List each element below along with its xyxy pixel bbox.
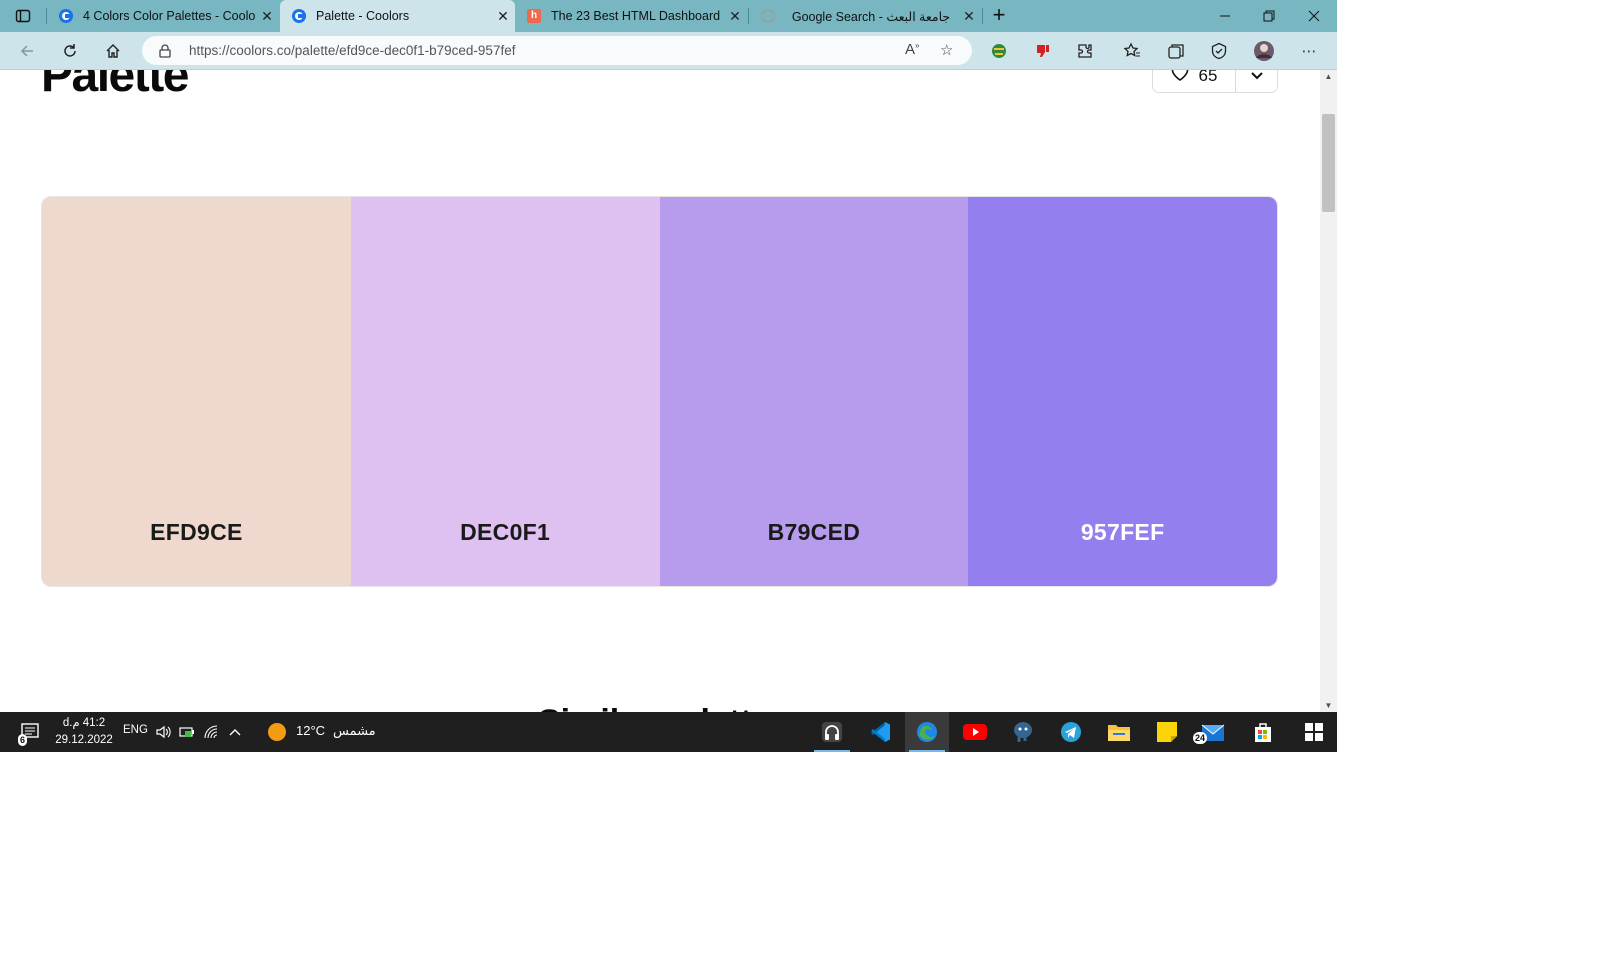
notification-count: 6	[18, 734, 28, 746]
scroll-down-arrow-icon[interactable]: ▼	[1320, 701, 1337, 710]
sticky-notes-icon[interactable]	[1145, 712, 1189, 752]
microsoft-store-icon[interactable]	[1241, 712, 1285, 752]
restore-icon[interactable]	[1258, 5, 1280, 27]
clock-time: 41:2 م.d	[62, 717, 106, 729]
tab-hubspot[interactable]: h The 23 Best HTML Dashboard Te ✕	[515, 0, 747, 32]
profile-avatar[interactable]	[1253, 40, 1275, 62]
extension-dislike-icon[interactable]	[1031, 40, 1053, 62]
page-title: Palette	[41, 70, 189, 102]
color-hex-label[interactable]: B79CED	[660, 519, 969, 546]
weather-temperature[interactable]: 12°C	[296, 723, 325, 738]
tab-title: Palette - Coolors	[316, 9, 410, 23]
telegram-icon[interactable]	[1049, 712, 1093, 752]
color-hex-label[interactable]: EFD9CE	[42, 519, 351, 546]
home-icon[interactable]	[102, 40, 124, 62]
tab-palette-coolors[interactable]: Palette - Coolors ✕	[280, 0, 515, 32]
color-swatch[interactable]: EFD9CE	[42, 197, 351, 586]
color-hex-label[interactable]: DEC0F1	[351, 519, 660, 546]
weather-description[interactable]: مشمس	[333, 723, 376, 739]
vscode-icon[interactable]	[858, 712, 902, 752]
close-tab-icon[interactable]: ✕	[255, 8, 279, 25]
color-swatch[interactable]: 957FEF	[968, 197, 1277, 586]
postgresql-icon[interactable]	[1001, 712, 1045, 752]
edge-browser-icon[interactable]	[905, 712, 949, 752]
more-options-icon[interactable]: ⋯	[1298, 40, 1320, 62]
collections-icon[interactable]	[1165, 40, 1187, 62]
tab-title: The 23 Best HTML Dashboard Te	[551, 9, 723, 23]
input-language[interactable]: ENG	[123, 724, 148, 736]
color-hex-label[interactable]: 957FEF	[968, 519, 1277, 546]
mail-icon[interactable]: 24	[1191, 712, 1235, 752]
close-tab-icon[interactable]: ✕	[723, 8, 747, 25]
volume-icon[interactable]	[152, 712, 174, 752]
google-icon	[761, 9, 775, 23]
section-heading: Similar palettes	[538, 703, 789, 712]
tab-title: 4 Colors Color Palettes - Coolors	[83, 9, 255, 23]
refresh-icon[interactable]	[59, 40, 81, 62]
favorites-icon[interactable]	[1121, 40, 1143, 62]
hubspot-icon: h	[527, 9, 541, 23]
like-button-group: 65	[1152, 70, 1278, 93]
page-scrollbar[interactable]: ▲ ▼	[1320, 70, 1337, 712]
tab-actions-icon[interactable]	[12, 5, 34, 27]
palette-swatches: EFD9CE DEC0F1 B79CED 957FEF	[41, 196, 1278, 587]
windows-start-icon[interactable]	[1296, 712, 1332, 752]
address-bar[interactable]: https://coolors.co/palette/efd9ce-dec0f1…	[142, 36, 972, 65]
file-explorer-icon[interactable]	[1097, 712, 1141, 752]
youtube-icon[interactable]	[953, 712, 997, 752]
coolors-icon	[292, 9, 306, 23]
new-tab-button[interactable]: +	[988, 2, 1010, 27]
url-text[interactable]: https://coolors.co/palette/efd9ce-dec0f1…	[189, 43, 515, 58]
like-button[interactable]: 65	[1153, 70, 1235, 92]
tab-google-search[interactable]: Google Search - جامعة البعث ✕	[749, 0, 981, 32]
add-favorite-icon[interactable]: ☆	[940, 41, 953, 59]
windows-taskbar: 6 41:2 م.d 29.12.2022 ENG 12°C مشمس 24	[0, 712, 1337, 752]
extension-globe-icon[interactable]	[988, 40, 1010, 62]
headset-app-icon[interactable]	[810, 712, 854, 752]
chevron-up-icon[interactable]	[224, 712, 246, 752]
battery-icon[interactable]	[176, 712, 198, 752]
tab-title: Google Search - جامعة البعث	[791, 9, 951, 24]
minimize-icon[interactable]	[1214, 5, 1236, 27]
color-swatch[interactable]: DEC0F1	[350, 197, 660, 586]
notification-center-icon[interactable]: 6	[14, 712, 46, 752]
scrollbar-thumb[interactable]	[1322, 114, 1335, 212]
chevron-down-icon	[1250, 70, 1263, 85]
scroll-up-arrow-icon[interactable]: ▲	[1320, 72, 1337, 81]
back-icon[interactable]	[16, 40, 38, 62]
browser-tab-strip: 4 Colors Color Palettes - Coolors ✕ Pale…	[0, 0, 1337, 32]
color-swatch[interactable]: B79CED	[659, 197, 969, 586]
close-tab-icon[interactable]: ✕	[491, 8, 515, 25]
coolors-icon	[59, 9, 73, 23]
screen: 4 Colors Color Palettes - Coolors ✕ Pale…	[0, 0, 1337, 752]
browser-toolbar: https://coolors.co/palette/efd9ce-dec0f1…	[0, 32, 1337, 70]
browser-essentials-icon[interactable]	[1208, 40, 1230, 62]
sun-weather-icon[interactable]	[264, 712, 290, 752]
mail-badge: 24	[1193, 732, 1208, 744]
heart-icon	[1171, 70, 1189, 86]
extensions-icon[interactable]	[1074, 40, 1096, 62]
read-aloud-icon[interactable]: A»	[905, 41, 919, 58]
lock-icon[interactable]	[159, 43, 173, 58]
page-viewport: Palette 65 EFD9CE DEC0F1 B79CED 957FEF	[0, 70, 1320, 712]
clock[interactable]: 41:2 م.d 29.12.2022	[50, 715, 118, 749]
clock-date: 29.12.2022	[55, 734, 113, 746]
close-tab-icon[interactable]: ✕	[957, 8, 981, 25]
close-window-icon[interactable]	[1303, 5, 1325, 27]
like-count: 65	[1198, 70, 1218, 85]
tab-coolors-4-colors[interactable]: 4 Colors Color Palettes - Coolors ✕	[47, 0, 279, 32]
more-actions-button[interactable]	[1236, 70, 1277, 92]
wifi-icon[interactable]	[200, 712, 222, 752]
